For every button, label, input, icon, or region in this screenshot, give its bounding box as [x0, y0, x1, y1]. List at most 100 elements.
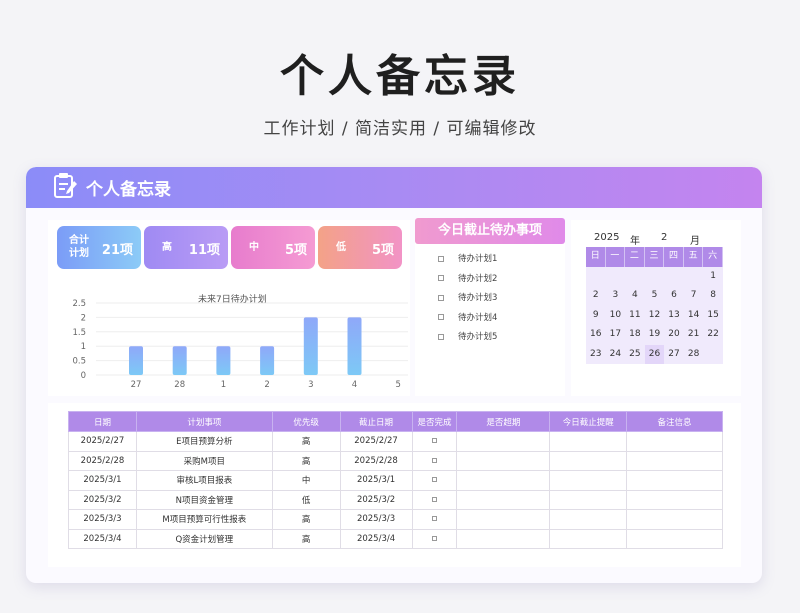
column-header[interactable]: 计划事项 — [135, 411, 273, 432]
sheet-banner: 个人备忘录 — [26, 167, 762, 208]
calendar-day[interactable]: 28 — [684, 345, 704, 365]
calendar-day[interactable]: 17 — [606, 325, 626, 345]
x-tick-label: 27 — [131, 380, 142, 390]
checkbox-icon[interactable] — [438, 314, 444, 320]
calendar-day[interactable]: 19 — [645, 325, 665, 345]
done-cell[interactable] — [411, 509, 458, 530]
calendar-day[interactable]: 3 — [606, 286, 626, 306]
calendar-day[interactable]: 4 — [625, 286, 645, 306]
calendar-day[interactable]: 24 — [606, 345, 626, 365]
checkbox-icon[interactable] — [431, 477, 437, 483]
todo-item[interactable]: 待办计划5 — [438, 330, 497, 342]
table-cell — [456, 509, 551, 530]
calendar-day[interactable]: 7 — [684, 286, 704, 306]
calendar-day[interactable]: 21 — [684, 325, 704, 345]
banner-title: 个人备忘录 — [86, 180, 171, 200]
table-cell — [549, 450, 628, 471]
checkbox-icon[interactable] — [431, 438, 437, 444]
table-cell: 2025/3/2 — [339, 489, 413, 510]
kpi-value: 21项 — [101, 243, 133, 258]
x-tick-label: 1 — [221, 380, 226, 390]
calendar-day[interactable]: 12 — [645, 306, 665, 326]
table-cell — [626, 489, 723, 510]
table-cell — [549, 470, 628, 491]
bar-chart: 2.5 2 1.5 1 0.5 0 27 28 1 2 3 4 5 — [72, 299, 408, 390]
calendar-day[interactable]: 8 — [703, 286, 723, 306]
y-tick-label: 0.5 — [72, 357, 86, 367]
calendar-body: 1 2 3 4 5 6 7 8 9 10 11 12 13 14 15 16 17 18 19 20 21 22 23 24 2… — [586, 266, 723, 365]
done-cell[interactable] — [411, 431, 458, 452]
checkbox-icon[interactable] — [438, 333, 444, 340]
calendar-day[interactable]: 6 — [664, 286, 684, 306]
calendar-day[interactable]: 13 — [664, 306, 684, 326]
table-row[interactable]: 2025/2/28 采购M项目高 2025/2/28 — [68, 450, 723, 471]
done-cell[interactable] — [411, 470, 458, 491]
todo-item[interactable]: 待办计划2 — [438, 272, 497, 284]
calendar-day[interactable]: 25 — [625, 345, 645, 365]
table-cell: 高 — [271, 509, 341, 530]
bar — [129, 346, 143, 375]
todo-item[interactable]: 待办计划3 — [438, 291, 497, 303]
calendar-day — [703, 345, 723, 365]
calendar-day[interactable]: 1 — [703, 267, 723, 287]
todo-header: 今日截止待办事项 — [415, 218, 565, 244]
done-cell[interactable] — [411, 528, 458, 549]
done-cell[interactable] — [411, 450, 458, 471]
table-row[interactable]: 2025/3/3 M项目预算可行性报表高 2025/3/3 — [68, 509, 723, 530]
calendar-grid: 日一二三四五六 1 2 3 4 5 6 7 8 9 10 11 12 13 14 15 16 17 18 19 20 21… — [586, 247, 723, 364]
table-cell: 低 — [271, 489, 341, 510]
table-cell: M项目预算可行性报表 — [135, 509, 273, 530]
calendar-day[interactable]: 14 — [684, 306, 704, 326]
done-cell[interactable] — [411, 489, 458, 510]
kpi-card: 合计计划 21项 — [57, 226, 141, 269]
bar — [172, 346, 187, 375]
calendar-day[interactable]: 23 — [586, 345, 606, 365]
calendar-day[interactable]: 16 — [586, 325, 606, 345]
checkbox-icon[interactable] — [438, 294, 444, 301]
x-tick-label: 3 — [308, 380, 313, 390]
calendar-day[interactable]: 27 — [664, 345, 684, 365]
calendar-day[interactable]: 11 — [625, 306, 645, 326]
checkbox-icon[interactable] — [431, 516, 437, 522]
calendar-day[interactable]: 22 — [703, 325, 723, 345]
column-header[interactable]: 是否完成 — [411, 411, 458, 432]
calendar-day[interactable]: 10 — [606, 306, 626, 326]
calendar-day[interactable]: 18 — [625, 325, 645, 345]
calendar-day[interactable]: 9 — [586, 306, 606, 326]
calendar-month: 2 — [661, 232, 668, 243]
table-row[interactable]: 2025/3/1 审核L项目报表中 2025/3/1 — [68, 470, 723, 491]
table-row[interactable]: 2025/2/27 E项目预算分析高 2025/2/27 — [68, 431, 723, 452]
calendar-day[interactable]: 2 — [586, 286, 606, 306]
page-subtitle: 工作计划 / 简洁实用 / 可编辑修改 — [263, 119, 537, 139]
table-cell — [549, 489, 628, 510]
column-header[interactable]: 是否超期 — [456, 411, 551, 432]
checkbox-icon[interactable] — [431, 496, 437, 502]
calendar-month-label: 月 — [690, 236, 700, 247]
calendar-day[interactable]: 5 — [645, 286, 665, 306]
calendar-weekday: 五 — [683, 247, 704, 267]
calendar-day[interactable]: 15 — [703, 306, 723, 326]
table-cell: 2025/3/2 — [68, 489, 137, 510]
bar — [347, 317, 362, 375]
table-body: 2025/2/27 E项目预算分析高 2025/2/27 2025/2/28 采购M项目… — [68, 431, 723, 549]
table-cell: 2025/2/28 — [68, 450, 137, 471]
bar — [303, 317, 318, 375]
column-header[interactable]: 日期 — [68, 411, 137, 432]
checkbox-icon[interactable] — [431, 535, 437, 541]
todo-item[interactable]: 待办计划1 — [438, 252, 497, 264]
table-row[interactable]: 2025/3/2 N项目资金管理低 2025/3/2 — [68, 489, 723, 510]
checkbox-icon[interactable] — [431, 457, 437, 463]
calendar-day — [625, 267, 645, 287]
calendar-day[interactable]: 20 — [664, 325, 684, 345]
checkbox-icon[interactable] — [438, 255, 444, 262]
calendar-day — [606, 267, 626, 287]
column-header[interactable]: 今日截止提醒 — [549, 411, 628, 432]
x-tick-label: 28 — [174, 380, 185, 390]
calendar-day[interactable]: 26 — [644, 344, 665, 364]
checkbox-icon[interactable] — [438, 275, 444, 281]
column-header[interactable]: 备注信息 — [626, 411, 723, 432]
column-header[interactable]: 优先级 — [271, 411, 341, 432]
table-row[interactable]: 2025/3/4 Q资金计划管理高 2025/3/4 — [68, 528, 723, 549]
column-header[interactable]: 截止日期 — [339, 411, 413, 432]
todo-item[interactable]: 待办计划4 — [438, 311, 497, 323]
